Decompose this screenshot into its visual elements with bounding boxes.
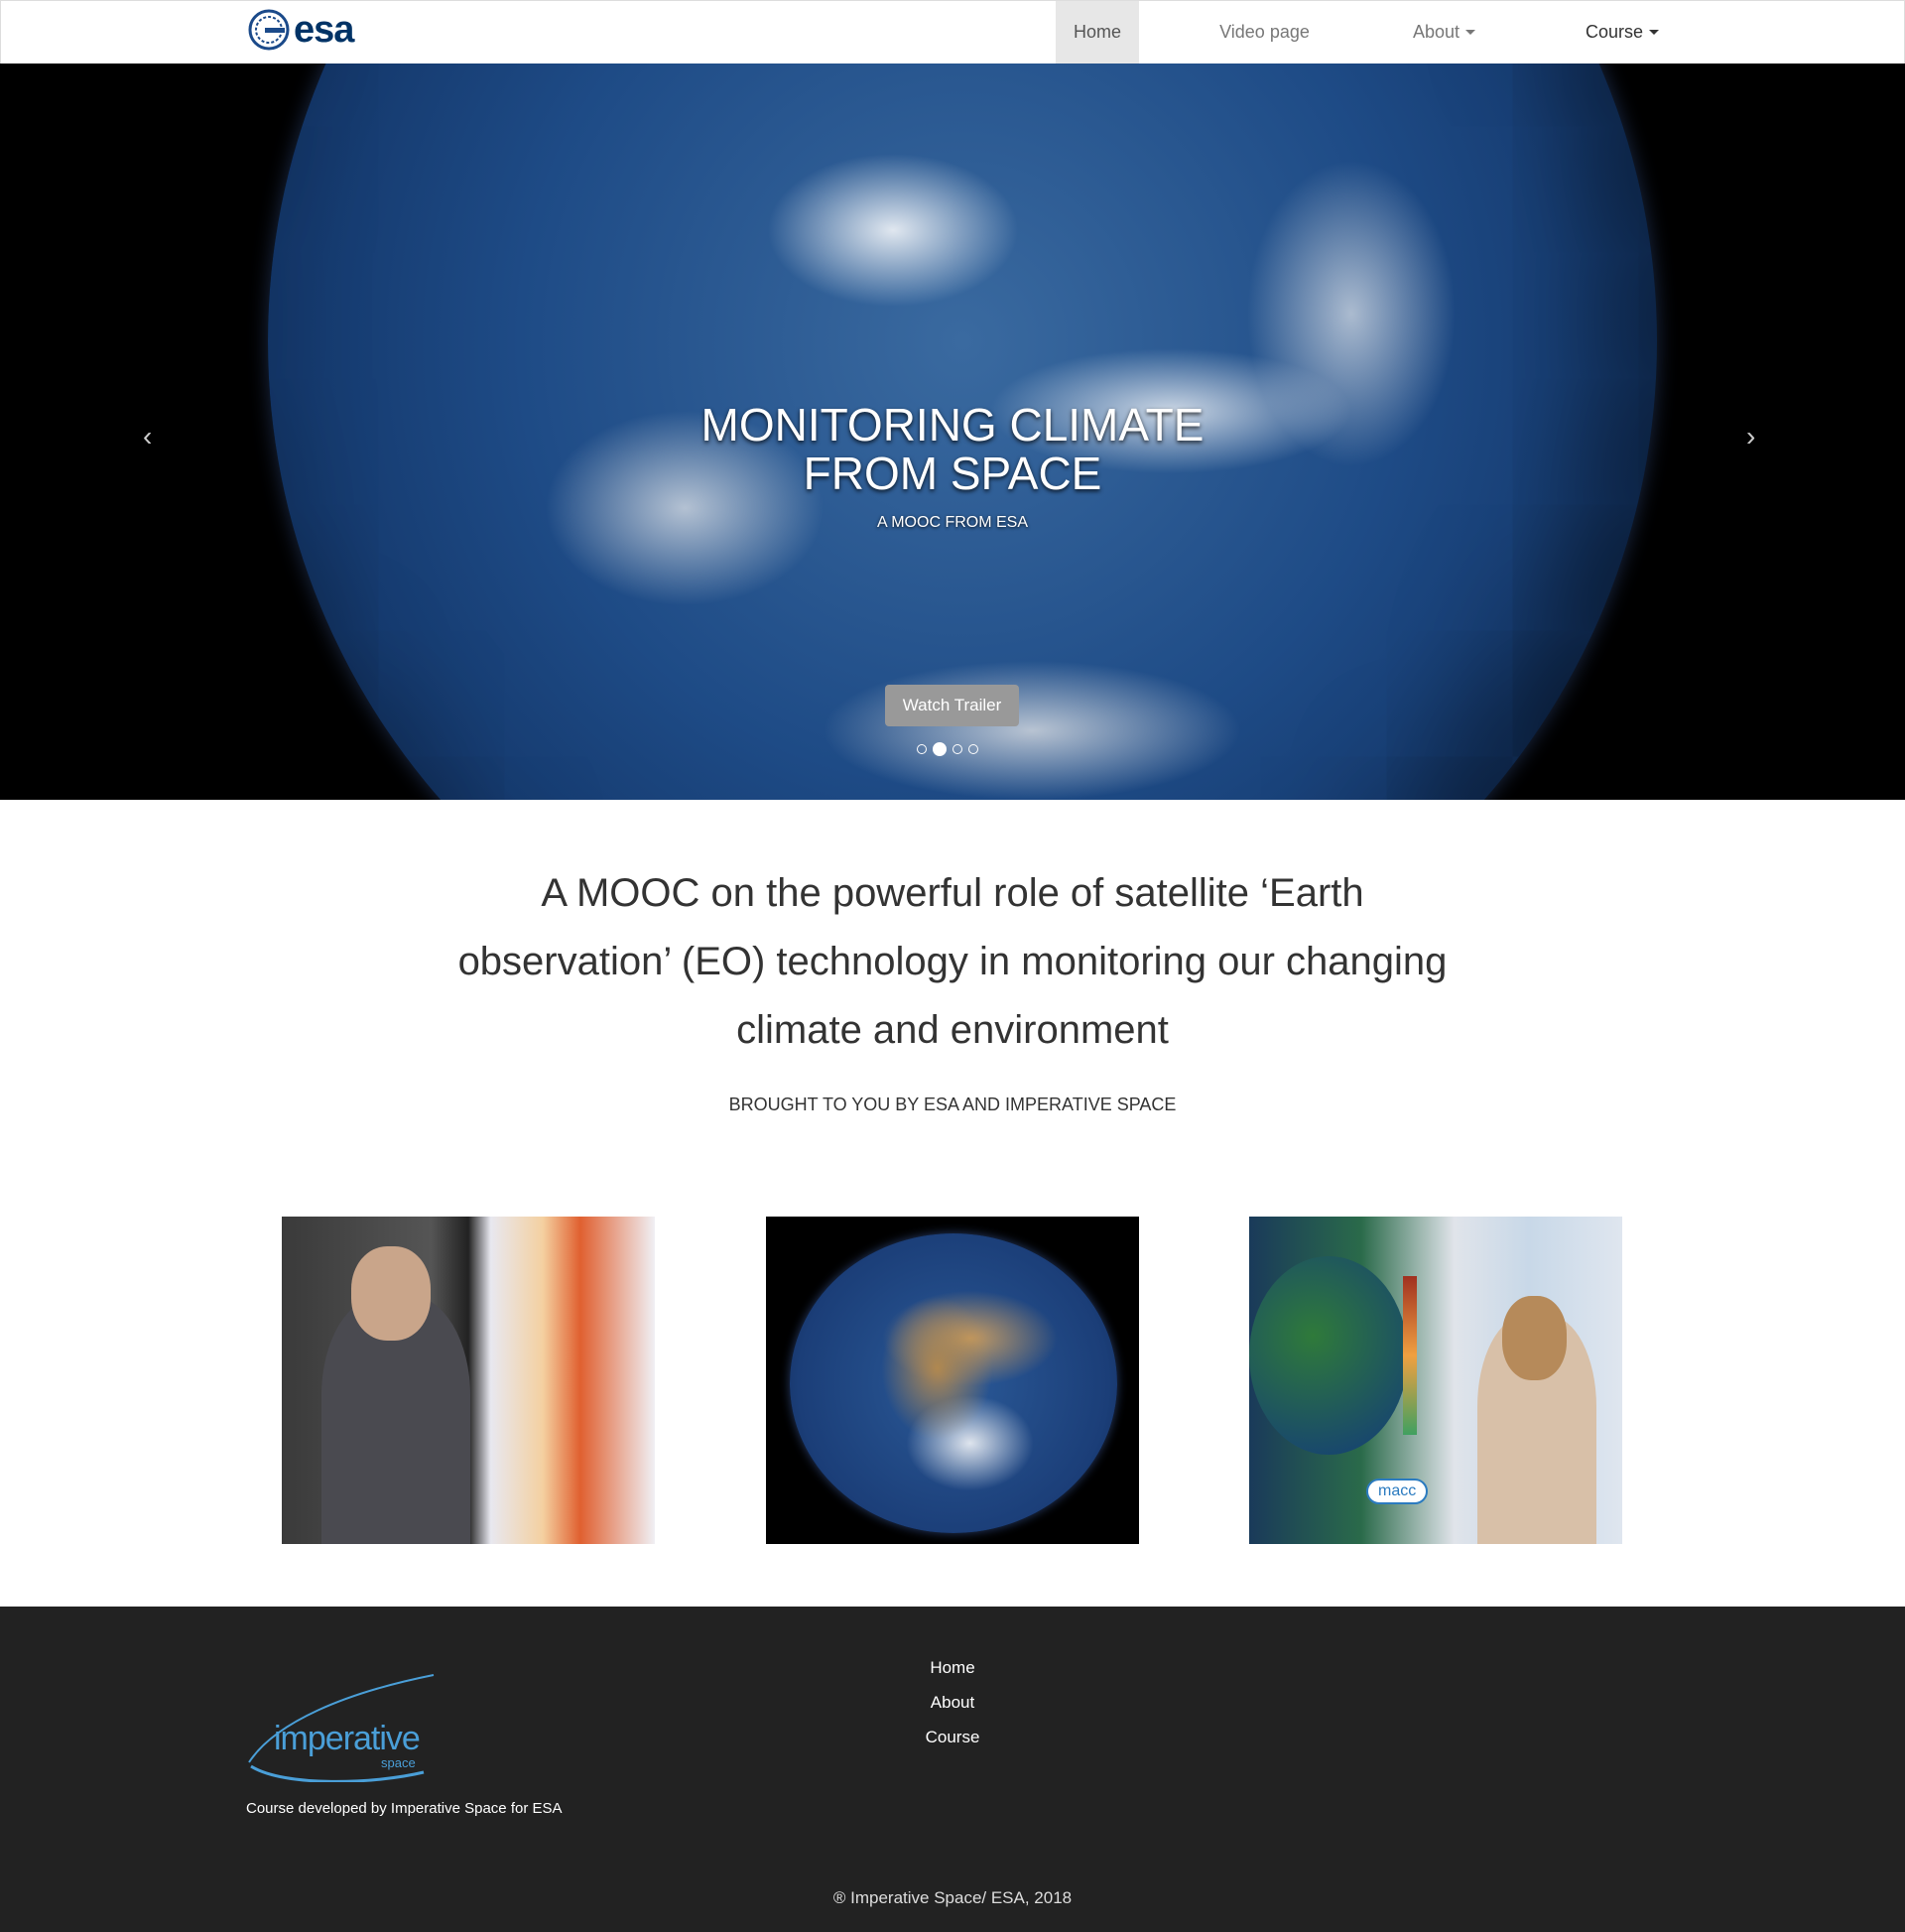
co2-globe: [1249, 1256, 1408, 1455]
watch-trailer-button[interactable]: Watch Trailer: [885, 685, 1019, 726]
carousel-indicator[interactable]: [968, 744, 978, 754]
nav-about-label: About: [1412, 22, 1460, 42]
main-nav: Home Video page About Course: [1056, 1, 1746, 64]
carousel-indicator[interactable]: [917, 744, 927, 754]
footer-link-course[interactable]: Course: [853, 1720, 1052, 1754]
esa-emblem-icon: [248, 9, 290, 51]
nav-video-page[interactable]: Video page: [1139, 1, 1390, 64]
carousel-indicator[interactable]: [952, 744, 962, 754]
carousel-indicator-active[interactable]: [933, 742, 947, 756]
imperative-space-logo[interactable]: imperative space: [245, 1673, 444, 1782]
presenter-head: [351, 1246, 431, 1341]
nav-course-dropdown[interactable]: Course: [1498, 1, 1746, 64]
hero-title: MONITORING CLIMATE FROM SPACE: [0, 401, 1905, 498]
hero-title-line1: MONITORING CLIMATE: [700, 399, 1205, 451]
hero-subtitle: A MOOC FROM ESA: [876, 514, 1028, 531]
footer-link-home[interactable]: Home: [853, 1650, 1052, 1685]
earth-thumbnail-image: [766, 1217, 1139, 1544]
hero-carousel: ‹ › MONITORING CLIMATE FROM SPACE A MOOC…: [0, 64, 1905, 800]
nav-about-dropdown[interactable]: About: [1390, 1, 1498, 64]
intro-lead: A MOOC on the powerful role of satellite…: [457, 871, 1448, 1052]
presenter-map-image: [282, 1217, 655, 1544]
imperative-logo-sub: space: [381, 1755, 416, 1770]
copyright: ® Imperative Space/ ESA, 2018: [832, 1888, 1073, 1907]
nav-home[interactable]: Home: [1056, 1, 1139, 64]
navbar: esa Home Video page About Course: [0, 0, 1905, 64]
esa-logo[interactable]: esa: [248, 6, 354, 54]
nav-course-label: Course: [1585, 22, 1644, 42]
presenter-head: [1502, 1296, 1567, 1380]
presenter-co2-image: macc: [1249, 1217, 1622, 1544]
macc-logo: macc: [1366, 1479, 1429, 1504]
nav-video-page-label: Video page: [1219, 22, 1310, 42]
co2-color-scale: [1403, 1276, 1417, 1435]
footer-link-about[interactable]: About: [853, 1685, 1052, 1720]
esa-logo-text: esa: [294, 8, 354, 51]
footer-links: Home About Course: [853, 1650, 1052, 1754]
hero-title-line2: FROM SPACE: [803, 448, 1102, 499]
carousel-indicators: [917, 742, 978, 756]
earth-globe: [790, 1233, 1117, 1533]
imperative-logo-text: imperative: [274, 1720, 421, 1757]
footer-tagline: Course developed by Imperative Space for…: [246, 1800, 563, 1817]
nav-home-label: Home: [1073, 22, 1121, 42]
caret-down-icon: [1649, 30, 1660, 35]
caret-down-icon: [1465, 30, 1476, 35]
footer: imperative space Course developed by Imp…: [0, 1607, 1905, 1932]
intro-byline: BROUGHT TO YOU BY ESA AND IMPERATIVE SPA…: [728, 1095, 1177, 1114]
